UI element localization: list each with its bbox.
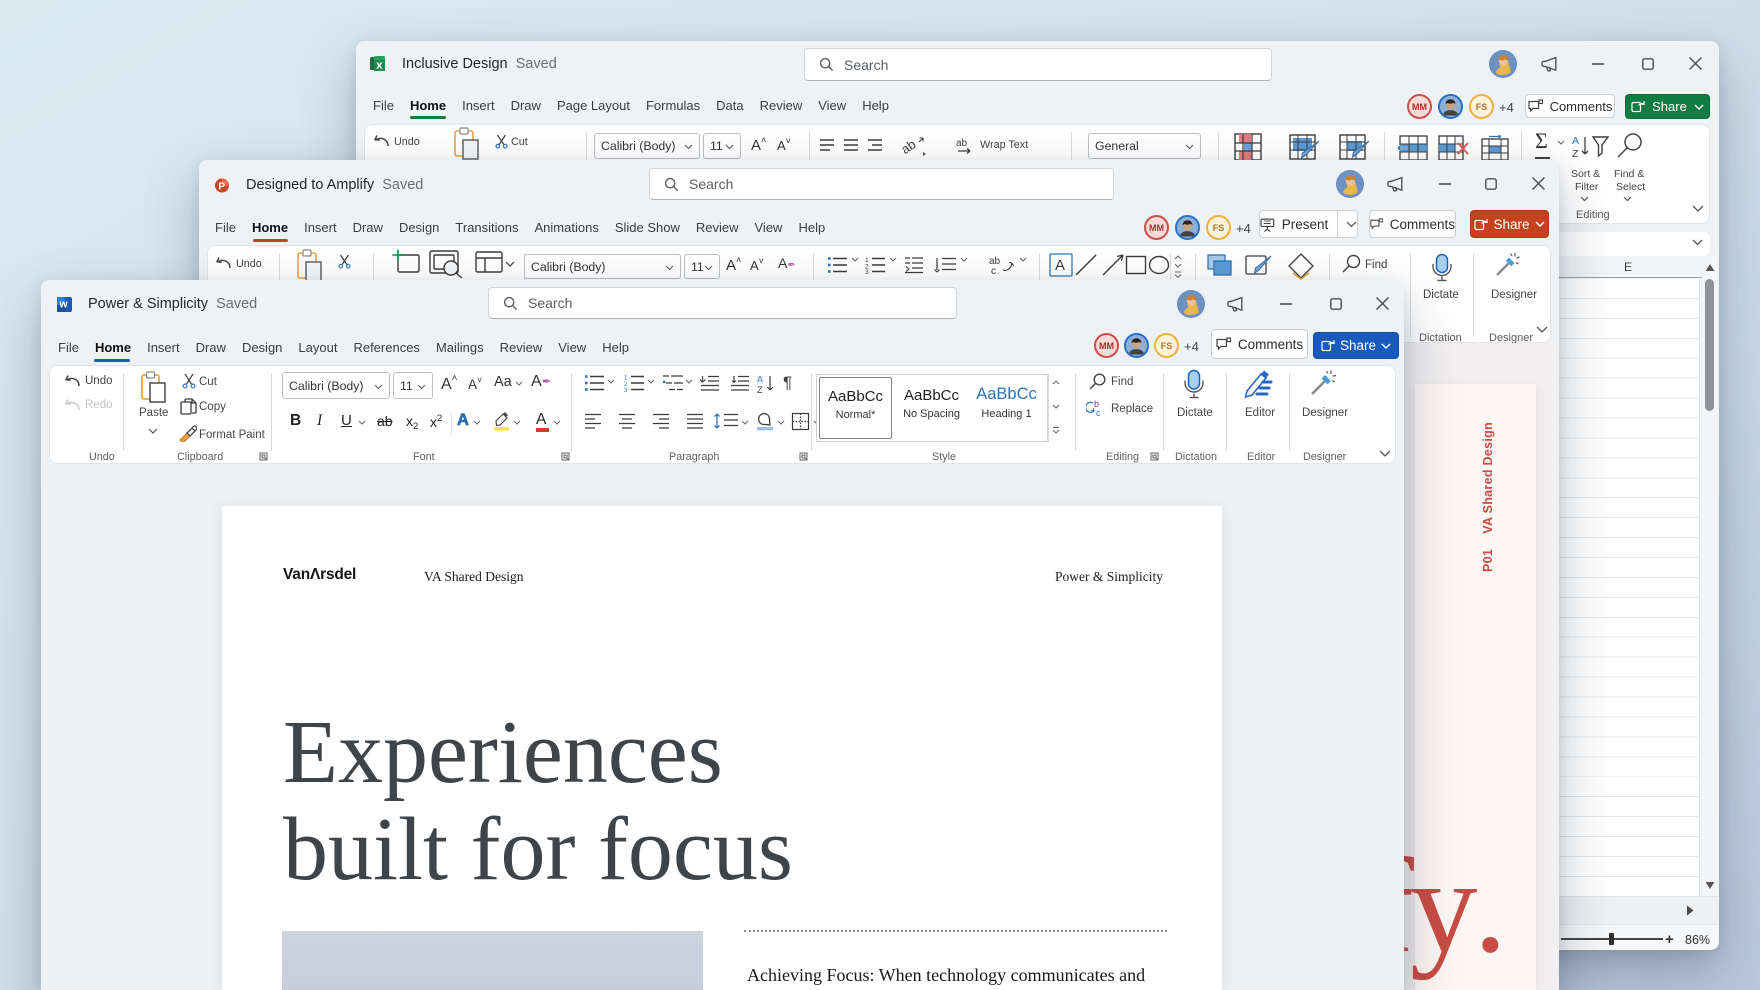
svg-text:P: P	[218, 181, 225, 192]
svg-text:c: c	[1096, 408, 1101, 417]
svg-text:1: 1	[624, 376, 628, 382]
svg-text:A: A	[1055, 257, 1065, 274]
svg-text:3: 3	[624, 388, 628, 392]
svg-text:Z: Z	[1572, 148, 1579, 159]
svg-text:ab: ab	[956, 138, 968, 149]
svg-text:A: A	[1572, 135, 1579, 147]
svg-text:3: 3	[865, 269, 869, 274]
svg-text:ab: ab	[901, 136, 919, 157]
svg-text:Z: Z	[757, 385, 763, 394]
svg-text:A: A	[757, 375, 763, 385]
svg-text:c: c	[991, 266, 996, 276]
